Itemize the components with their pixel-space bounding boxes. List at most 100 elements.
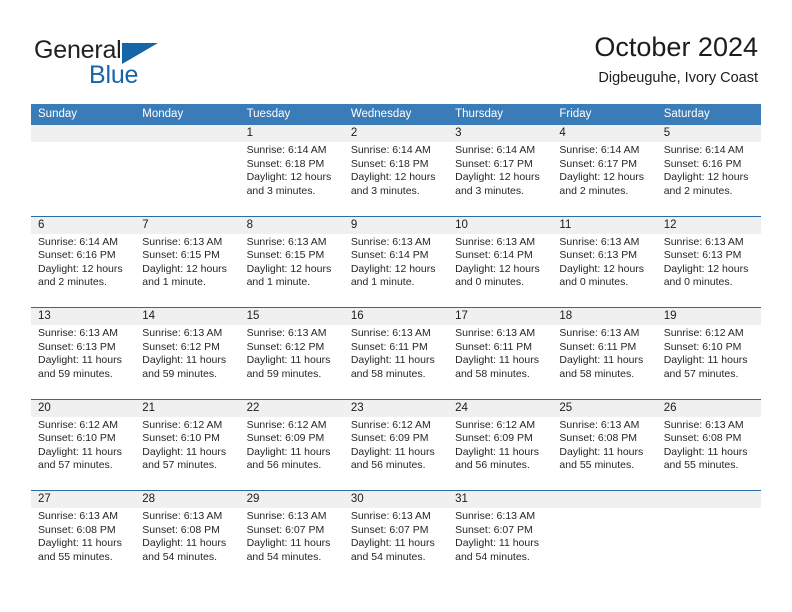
calendar-week-row: 6 Sunrise: 6:14 AM Sunset: 6:16 PM Daylight… bbox=[31, 215, 761, 308]
sunset-text: Sunset: 6:15 PM bbox=[246, 249, 325, 262]
sunrise-text: Sunrise: 6:13 AM bbox=[663, 418, 744, 431]
calendar-day-cell[interactable]: 19 Sunrise: 6:12 AM Sunset: 6:10 PM Dayligh… bbox=[656, 308, 761, 399]
day-number: 12 bbox=[656, 216, 761, 234]
calendar-week-row: 20 Sunrise: 6:12 AM Sunset: 6:10 PM Dayligh… bbox=[31, 398, 761, 491]
calendar-day-cell[interactable]: 28 Sunrise: 6:13 AM Sunset: 6:08 PM Dayligh… bbox=[135, 491, 240, 582]
sunset-text: Sunset: 6:18 PM bbox=[350, 157, 429, 170]
daylight-text: Daylight: 12 hours and 0 minutes. bbox=[559, 262, 645, 289]
sunrise-text: Sunrise: 6:13 AM bbox=[246, 327, 327, 339]
daylight-text: Daylight: 12 hours and 0 minutes. bbox=[663, 262, 749, 289]
calendar-day-cell[interactable]: 18 Sunrise: 6:13 AM Sunset: 6:11 PM Dayligh… bbox=[552, 308, 657, 399]
weekday-header-saturday: Saturday bbox=[663, 108, 710, 120]
calendar-day-cell[interactable]: 12 Sunrise: 6:13 AM Sunset: 6:13 PM Dayligh… bbox=[656, 216, 761, 308]
sunset-text: Sunset: 6:13 PM bbox=[38, 340, 116, 353]
day-number: 23 bbox=[343, 399, 449, 417]
calendar-day-cell[interactable]: 6 Sunrise: 6:14 AM Sunset: 6:16 PM Daylight… bbox=[31, 216, 136, 308]
day-sun-info: Sunrise: 6:14 AM Sunset: 6:16 PM Daylight:… bbox=[31, 234, 135, 290]
calendar-day-cell[interactable]: 22 Sunrise: 6:12 AM Sunset: 6:09 PM Dayligh… bbox=[239, 399, 344, 491]
daylight-text: Daylight: 11 hours and 54 minutes. bbox=[246, 537, 331, 563]
day-sun-info: Sunrise: 6:13 AM Sunset: 6:12 PM Daylight:… bbox=[240, 325, 344, 381]
day-number: 14 bbox=[135, 308, 240, 325]
sunrise-text: Sunrise: 6:13 AM bbox=[663, 235, 744, 248]
calendar-day-cell[interactable]: 29 Sunrise: 6:13 AM Sunset: 6:07 PM Dayligh… bbox=[239, 491, 344, 582]
calendar-day-cell[interactable]: 26 Sunrise: 6:13 AM Sunset: 6:08 PM Dayligh… bbox=[656, 399, 761, 491]
sunset-text: Sunset: 6:08 PM bbox=[142, 523, 220, 536]
sunset-text: Sunset: 6:10 PM bbox=[663, 340, 742, 353]
calendar-day-cell[interactable]: 1 Sunrise: 6:14 AM Sunset: 6:18 PM Daylight… bbox=[239, 125, 344, 216]
calendar-day-cell[interactable]: 14 Sunrise: 6:13 AM Sunset: 6:12 PM Dayligh… bbox=[135, 308, 240, 399]
daylight-text: Daylight: 11 hours and 59 minutes. bbox=[246, 354, 331, 380]
sunrise-text: Sunrise: 6:13 AM bbox=[559, 327, 640, 339]
day-sun-info: Sunrise: 6:13 AM Sunset: 6:13 PM Daylight:… bbox=[657, 234, 761, 290]
sunset-text: Sunset: 6:08 PM bbox=[38, 523, 116, 536]
calendar-day-cell[interactable]: 3 Sunrise: 6:14 AM Sunset: 6:17 PM Daylight… bbox=[448, 125, 553, 216]
daylight-text: Daylight: 11 hours and 58 minutes. bbox=[559, 354, 644, 380]
page-subtitle: Digbeuguhe, Ivory Coast bbox=[598, 70, 758, 86]
day-sun-info: Sunrise: 6:13 AM Sunset: 6:07 PM Daylight:… bbox=[448, 508, 552, 564]
sunset-text: Sunset: 6:07 PM bbox=[455, 523, 533, 536]
calendar-day-cell[interactable]: 24 Sunrise: 6:12 AM Sunset: 6:09 PM Dayligh… bbox=[448, 399, 553, 491]
sunrise-text: Sunrise: 6:13 AM bbox=[350, 327, 431, 339]
calendar-week-row: 1 Sunrise: 6:14 AM Sunset: 6:18 PM Daylight… bbox=[31, 125, 761, 216]
day-sun-info: Sunrise: 6:13 AM Sunset: 6:15 PM Daylight:… bbox=[240, 234, 344, 290]
sunset-text: Sunset: 6:12 PM bbox=[246, 340, 325, 353]
calendar-day-cell[interactable]: 31 Sunrise: 6:13 AM Sunset: 6:07 PM Dayligh… bbox=[448, 491, 553, 582]
sunrise-text: Sunrise: 6:14 AM bbox=[350, 144, 431, 156]
sunset-text: Sunset: 6:08 PM bbox=[663, 432, 742, 445]
day-number: 28 bbox=[135, 491, 240, 508]
day-number: 3 bbox=[448, 125, 553, 142]
calendar-day-cell[interactable]: 20 Sunrise: 6:12 AM Sunset: 6:10 PM Dayligh… bbox=[31, 399, 136, 491]
calendar-day-cell[interactable]: 25 Sunrise: 6:13 AM Sunset: 6:08 PM Dayligh… bbox=[552, 399, 657, 491]
sunset-text: Sunset: 6:09 PM bbox=[246, 432, 325, 445]
calendar-day-cell[interactable]: 15 Sunrise: 6:13 AM Sunset: 6:12 PM Dayligh… bbox=[239, 308, 344, 399]
day-number: 20 bbox=[31, 399, 136, 417]
sunset-text: Sunset: 6:15 PM bbox=[142, 249, 220, 262]
sunset-text: Sunset: 6:17 PM bbox=[455, 157, 533, 170]
calendar-week-row: 27 Sunrise: 6:13 AM Sunset: 6:08 PM Dayligh… bbox=[31, 490, 761, 582]
daylight-text: Daylight: 11 hours and 59 minutes. bbox=[38, 354, 122, 380]
page-header: General Blue October 2024 Digbeuguhe, Iv… bbox=[0, 0, 792, 104]
calendar-day-cell[interactable]: 4 Sunrise: 6:14 AM Sunset: 6:17 PM Daylight… bbox=[552, 125, 657, 216]
general-blue-logo[interactable]: General Blue bbox=[34, 36, 254, 92]
sunset-text: Sunset: 6:08 PM bbox=[559, 432, 638, 445]
calendar-day-cell[interactable]: 9 Sunrise: 6:13 AM Sunset: 6:14 PM Daylight… bbox=[343, 216, 449, 308]
calendar-day-cell[interactable]: 7 Sunrise: 6:13 AM Sunset: 6:15 PM Daylight… bbox=[135, 216, 240, 308]
day-sun-info: Sunrise: 6:13 AM Sunset: 6:13 PM Daylight:… bbox=[552, 234, 656, 290]
sunrise-text: Sunrise: 6:14 AM bbox=[559, 144, 640, 156]
calendar-day-cell[interactable]: 23 Sunrise: 6:12 AM Sunset: 6:09 PM Dayligh… bbox=[343, 399, 449, 491]
calendar-day-cell[interactable]: 16 Sunrise: 6:13 AM Sunset: 6:11 PM Dayligh… bbox=[343, 308, 449, 399]
calendar-day-cell[interactable]: 8 Sunrise: 6:13 AM Sunset: 6:15 PM Daylight… bbox=[239, 216, 344, 308]
calendar-day-cell[interactable]: 30 Sunrise: 6:13 AM Sunset: 6:07 PM Dayligh… bbox=[343, 491, 449, 582]
weekday-header-friday: Friday bbox=[559, 108, 592, 120]
calendar-day-cell-empty bbox=[552, 491, 657, 582]
calendar-day-cell[interactable]: 10 Sunrise: 6:13 AM Sunset: 6:14 PM Dayligh… bbox=[448, 216, 553, 308]
day-sun-info: Sunrise: 6:12 AM Sunset: 6:10 PM Daylight:… bbox=[31, 417, 135, 473]
page-title: October 2024 bbox=[594, 32, 758, 62]
day-sun-info: Sunrise: 6:12 AM Sunset: 6:09 PM Daylight:… bbox=[344, 417, 448, 473]
calendar-grid: Sunday Monday Tuesday Wednesday Thursday Frid… bbox=[31, 104, 761, 582]
sunset-text: Sunset: 6:11 PM bbox=[350, 340, 428, 353]
calendar-day-cell[interactable]: 11 Sunrise: 6:13 AM Sunset: 6:13 PM Dayligh… bbox=[552, 216, 657, 308]
daylight-text: Daylight: 11 hours and 56 minutes. bbox=[246, 445, 331, 472]
calendar-day-cell[interactable]: 17 Sunrise: 6:13 AM Sunset: 6:11 PM Dayligh… bbox=[448, 308, 553, 399]
sunset-text: Sunset: 6:18 PM bbox=[246, 157, 325, 170]
daylight-text: Daylight: 12 hours and 2 minutes. bbox=[559, 171, 645, 197]
daylight-text: Daylight: 12 hours and 3 minutes. bbox=[455, 171, 540, 197]
calendar-day-cell[interactable]: 2 Sunrise: 6:14 AM Sunset: 6:18 PM Daylight… bbox=[343, 125, 449, 216]
daylight-text: Daylight: 12 hours and 1 minute. bbox=[246, 262, 332, 289]
calendar-day-cell[interactable]: 27 Sunrise: 6:13 AM Sunset: 6:08 PM Dayligh… bbox=[31, 491, 136, 582]
daylight-text: Daylight: 11 hours and 54 minutes. bbox=[350, 537, 435, 563]
sunrise-text: Sunrise: 6:14 AM bbox=[246, 144, 327, 156]
calendar-day-cell[interactable]: 5 Sunrise: 6:14 AM Sunset: 6:16 PM Daylight… bbox=[656, 125, 761, 216]
weekday-header-sunday: Sunday bbox=[38, 108, 78, 120]
calendar-week-row: 13 Sunrise: 6:13 AM Sunset: 6:13 PM Dayligh… bbox=[31, 307, 761, 399]
day-sun-info: Sunrise: 6:13 AM Sunset: 6:15 PM Daylight:… bbox=[135, 234, 239, 290]
calendar-day-cell[interactable]: 13 Sunrise: 6:13 AM Sunset: 6:13 PM Dayligh… bbox=[31, 308, 136, 399]
day-sun-info: Sunrise: 6:14 AM Sunset: 6:16 PM Daylight:… bbox=[657, 142, 761, 198]
calendar-day-cell[interactable]: 21 Sunrise: 6:12 AM Sunset: 6:10 PM Dayligh… bbox=[135, 399, 240, 491]
day-sun-info: Sunrise: 6:14 AM Sunset: 6:18 PM Daylight:… bbox=[240, 142, 344, 198]
day-number: 21 bbox=[135, 399, 240, 417]
daylight-text: Daylight: 11 hours and 56 minutes. bbox=[350, 445, 435, 472]
sunset-text: Sunset: 6:14 PM bbox=[350, 249, 429, 262]
day-sun-info: Sunrise: 6:14 AM Sunset: 6:18 PM Daylight:… bbox=[344, 142, 448, 198]
